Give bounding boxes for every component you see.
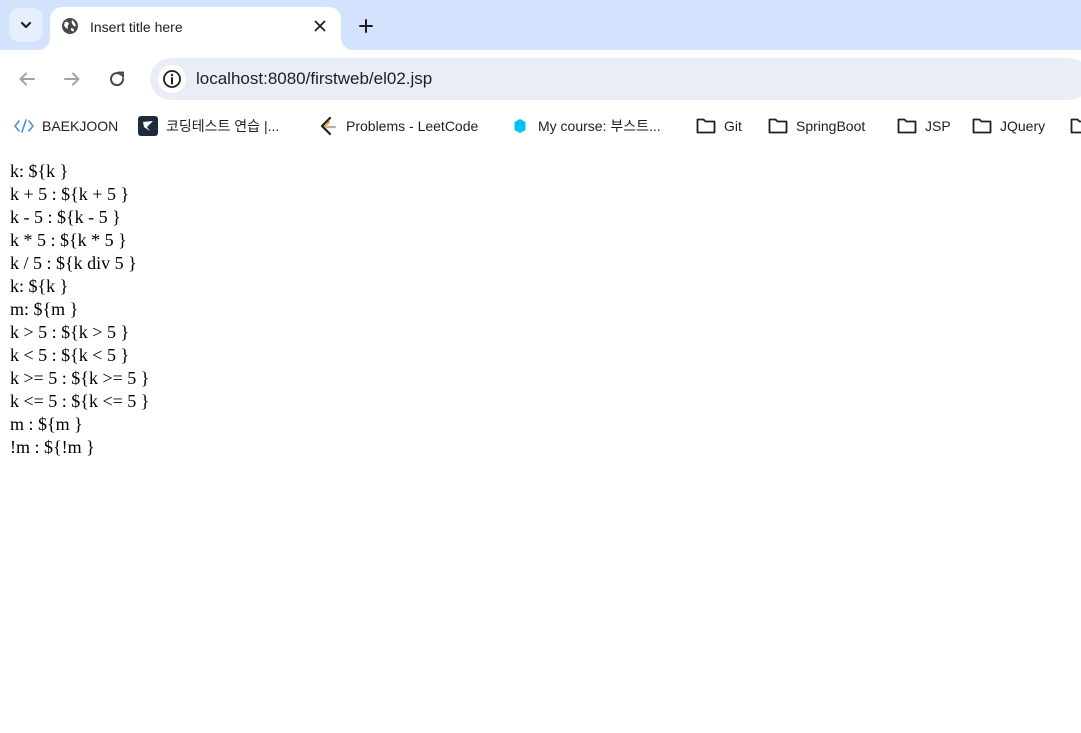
bookmark-leetcode[interactable]: Problems - LeetCode [318,114,478,138]
page-content: k: ${k } k + 5 : ${k + 5 } k - 5 : ${k -… [10,160,149,459]
globe-icon [62,18,78,34]
el-line: m: ${m } [10,299,79,319]
bookmark-folder-overflow[interactable] [1070,114,1081,138]
bookmark-label: JQuery [1000,118,1046,134]
el-line: k >= 5 : ${k >= 5 } [10,368,150,388]
reload-button[interactable] [100,62,134,96]
url-text[interactable]: localhost:8080/firstweb/el02.jsp [196,69,432,89]
folder-icon [768,116,788,136]
arrow-right-icon [64,72,80,86]
bookmark-programmers[interactable]: 코딩테스트 연습 |... [138,114,279,138]
folder-icon [696,116,716,136]
boostcourse-icon [510,116,530,136]
tab-title: Insert title here [90,19,183,35]
bookmark-label: 코딩테스트 연습 |... [166,118,280,134]
code-icon [14,116,34,136]
plus-icon [359,19,373,33]
arrow-left-icon [19,72,35,86]
programmers-icon [138,116,158,136]
bookmark-label: Git [724,118,742,134]
new-tab-button[interactable] [352,12,380,40]
close-icon [314,20,326,32]
tab-strip: Insert title here [0,0,1081,50]
info-icon [163,70,181,88]
folder-icon [972,116,992,136]
el-line: m : ${m } [10,414,83,434]
bookmark-label: SpringBoot [796,118,866,134]
folder-icon [897,116,917,136]
leetcode-icon [318,116,338,136]
el-line: k + 5 : ${k + 5 } [10,184,130,204]
bookmark-folder-jsp[interactable]: JSP [897,114,951,138]
chevron-down-icon [20,21,32,29]
el-line: k: ${k } [10,276,69,296]
folder-icon [1070,116,1081,136]
el-line: !m : ${!m } [10,437,95,457]
el-line: k < 5 : ${k < 5 } [10,345,130,365]
el-line: k / 5 : ${k div 5 } [10,253,137,273]
el-line: k * 5 : ${k * 5 } [10,230,127,250]
el-line: k: ${k } [10,161,69,181]
active-tab[interactable]: Insert title here [50,7,341,50]
bookmark-folder-jquery[interactable]: JQuery [972,114,1045,138]
bookmark-label: JSP [925,118,951,134]
reload-icon [110,71,125,87]
el-line: k > 5 : ${k > 5 } [10,322,130,342]
bookmarks-bar: BAEKJOON 코딩테스트 연습 |... Problems - LeetCo… [0,108,1081,144]
el-line: k <= 5 : ${k <= 5 } [10,391,150,411]
bookmark-label: BAEKJOON [42,118,119,134]
bookmark-baekjoon[interactable]: BAEKJOON [14,114,118,138]
bookmark-folder-git[interactable]: Git [696,114,742,138]
bookmark-label: Problems - LeetCode [346,118,479,134]
tab-close-button[interactable] [309,15,331,37]
forward-button[interactable] [55,62,89,96]
el-line: k - 5 : ${k - 5 } [10,207,121,227]
tab-search-button[interactable] [9,8,43,42]
bookmark-folder-springboot[interactable]: SpringBoot [768,114,865,138]
back-button[interactable] [10,62,44,96]
site-info-button[interactable] [158,65,186,93]
bookmark-boostcourse[interactable]: My course: 부스트... [510,114,661,138]
bookmark-label: My course: 부스트... [538,118,661,134]
address-bar[interactable]: localhost:8080/firstweb/el02.jsp [150,58,1081,100]
toolbar: localhost:8080/firstweb/el02.jsp [0,50,1081,108]
